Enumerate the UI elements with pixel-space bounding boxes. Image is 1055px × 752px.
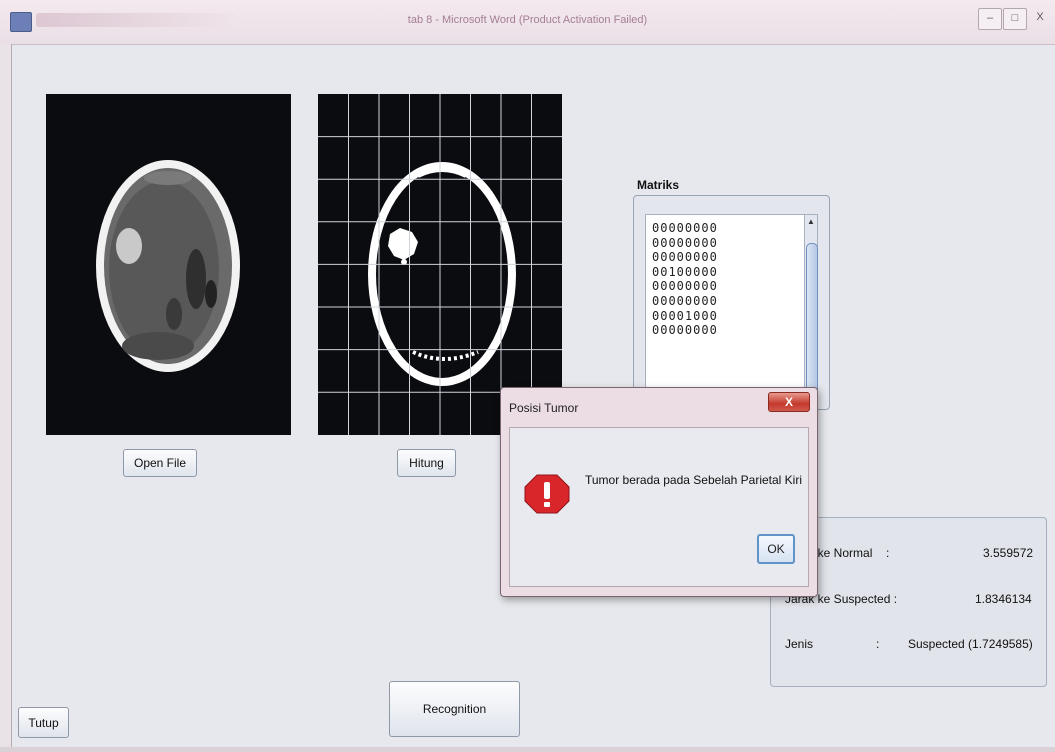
scroll-thumb[interactable] <box>806 243 818 395</box>
matrix-row: 00000000 <box>652 279 718 294</box>
matrix-label: Matriks <box>637 178 680 192</box>
distance-normal-separator: : <box>886 546 890 560</box>
maximize-button[interactable]: □ <box>1003 8 1027 30</box>
matrix-row: 00000000 <box>652 323 718 338</box>
matrix-row: 00000000 <box>652 250 718 265</box>
dialog-close-button[interactable]: X <box>768 392 810 412</box>
segmentation-grid-graphic <box>318 94 562 435</box>
matrix-list[interactable]: 00000000 00000000 00000000 00100000 0000… <box>645 214 805 394</box>
scroll-up-arrow-icon[interactable]: ▲ <box>805 215 817 229</box>
matrix-row: 00000000 <box>652 293 718 308</box>
jenis-label: Jenis <box>785 637 814 651</box>
ct-scan-graphic <box>96 160 240 372</box>
distance-suspected-value: 1.8346134 <box>975 592 1032 606</box>
minimize-button[interactable]: – <box>978 8 1002 30</box>
window-title: tab 8 - Microsoft Word (Product Activati… <box>407 14 648 26</box>
ok-button[interactable]: OK <box>757 534 795 564</box>
tutup-button[interactable]: Tutup <box>18 707 69 738</box>
window-titlebar: tab 8 - Microsoft Word (Product Activati… <box>0 0 1055 45</box>
open-file-button[interactable]: Open File <box>123 449 197 477</box>
matrix-row: 00100000 <box>652 264 718 279</box>
segmented-image <box>318 94 562 435</box>
jenis-value: Suspected (1.7249585) <box>908 637 1033 651</box>
original-ct-image <box>46 94 291 435</box>
dialog-title: Posisi Tumor <box>509 401 579 415</box>
matrix-row: 00001000 <box>652 308 718 323</box>
window-frame-bottom <box>0 747 1055 752</box>
hitung-button[interactable]: Hitung <box>397 449 456 477</box>
distance-normal-value: 3.559572 <box>983 546 1034 560</box>
jenis-separator: : <box>876 637 880 651</box>
posisi-tumor-dialog: Posisi Tumor X Tumor berada pada Sebelah… <box>500 387 818 597</box>
dialog-body: Tumor berada pada Sebelah Parietal Kiri … <box>509 427 809 587</box>
error-stop-icon <box>524 474 570 514</box>
window-close-button[interactable]: X <box>1030 8 1050 28</box>
matrix-row: 00000000 <box>652 221 718 235</box>
recognition-button[interactable]: Recognition <box>389 681 520 737</box>
matrix-scrollbar[interactable]: ▲ <box>804 214 818 395</box>
dialog-message: Tumor berada pada Sebelah Parietal Kiri <box>585 473 803 487</box>
matrix-row: 00000000 <box>652 235 718 250</box>
window-frame-left <box>0 44 12 752</box>
